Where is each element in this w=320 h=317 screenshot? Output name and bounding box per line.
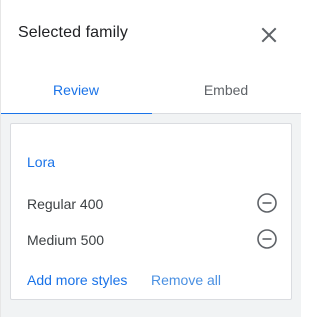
- panel-title: Selected family: [18, 24, 128, 41]
- family-name-link[interactable]: Lora: [27, 154, 55, 170]
- style-row: Medium 500: [11, 228, 293, 252]
- style-label: Medium 500: [27, 232, 105, 248]
- close-icon: [261, 27, 277, 43]
- style-row: Regular 400: [11, 192, 293, 216]
- family-card: Lora Regular 400 Medium 500 Add more sty…: [10, 123, 292, 300]
- remove-circle-icon: [257, 193, 277, 213]
- selected-family-panel: Selected family Review Embed Lora Regula…: [0, 0, 301, 317]
- tab-review[interactable]: Review: [1, 66, 152, 115]
- tab-bar: Review Embed: [1, 66, 301, 115]
- tab-embed[interactable]: Embed: [151, 66, 301, 114]
- close-button[interactable]: [257, 23, 281, 47]
- remove-circle-icon: [257, 229, 277, 249]
- remove-style-button[interactable]: [256, 192, 278, 214]
- review-content: Lora Regular 400 Medium 500 Add more sty…: [1, 114, 301, 317]
- style-label: Regular 400: [27, 196, 104, 212]
- remove-style-button[interactable]: [256, 228, 278, 250]
- add-more-styles-link[interactable]: Add more styles: [27, 272, 127, 288]
- panel-header: Selected family: [1, 0, 301, 66]
- remove-all-link[interactable]: Remove all: [151, 272, 221, 288]
